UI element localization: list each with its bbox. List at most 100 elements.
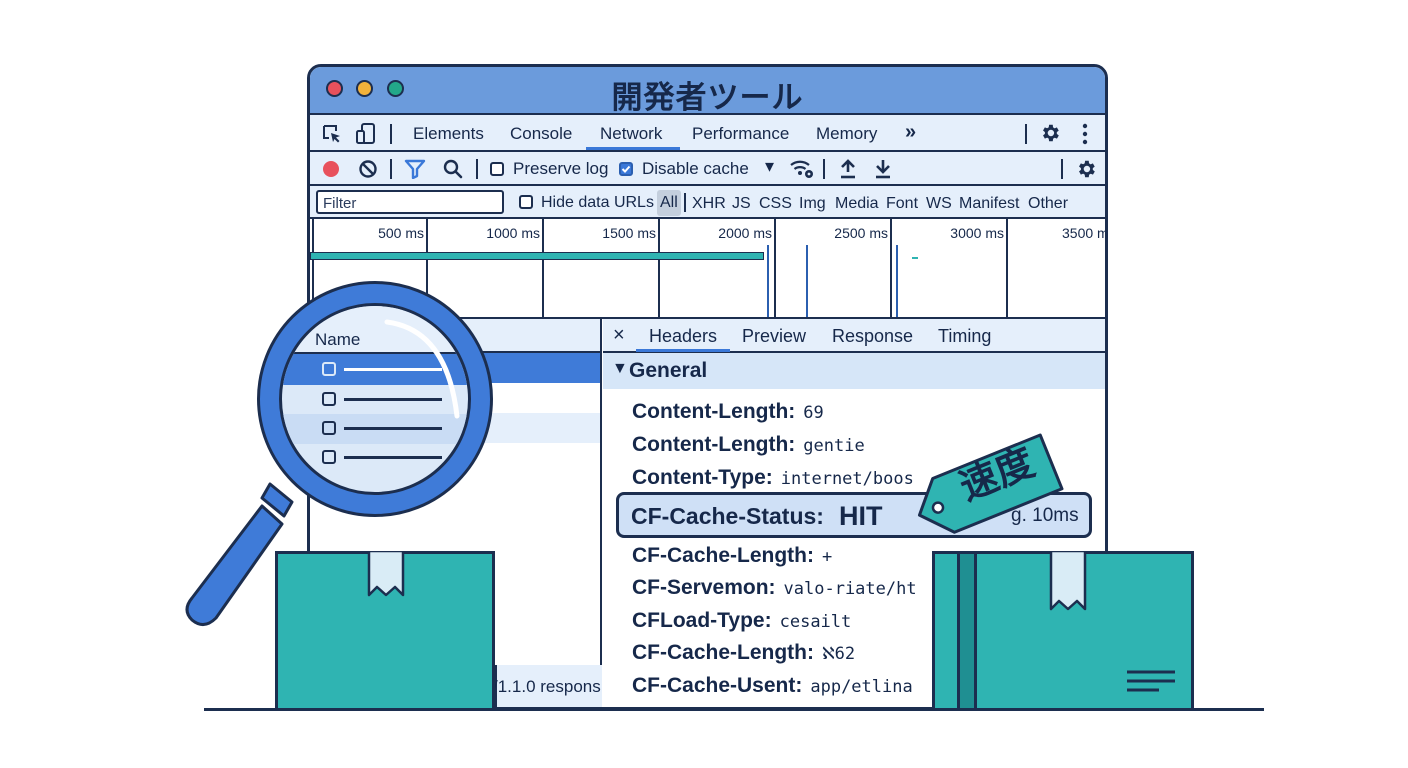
tab-network[interactable]: Network: [600, 124, 662, 144]
header-key: CF-Cache-Length:: [632, 641, 814, 664]
separator: [476, 159, 478, 179]
details-tab-bar: × Headers Preview Response Timing: [603, 319, 1105, 353]
header-row: Content-Length: gentie: [632, 433, 865, 457]
header-key: CF-Cache-Status:: [631, 503, 824, 529]
inspect-element-icon[interactable]: [321, 123, 343, 145]
tick-label: 2000 ms: [718, 225, 772, 241]
tab-preview[interactable]: Preview: [742, 326, 806, 347]
filter-type-media[interactable]: Media: [835, 195, 879, 213]
header-key: CFLoad-Type:: [632, 609, 772, 632]
tab-response[interactable]: Response: [832, 326, 913, 347]
timeline-tick: [912, 257, 918, 259]
checkmark-icon: [621, 165, 631, 173]
tick-label: 3000 ms: [950, 225, 1004, 241]
header-value: internet/boos: [780, 469, 914, 489]
row-icon: [322, 392, 336, 406]
hide-data-urls-checkbox[interactable]: [519, 195, 533, 209]
header-row: CF-Servemon: valo-riate/ht: [632, 576, 917, 600]
preserve-log-checkbox[interactable]: [490, 162, 504, 176]
tick-label: 2500 ms: [834, 225, 888, 241]
import-har-icon[interactable]: [839, 158, 857, 180]
network-conditions-icon[interactable]: [789, 157, 815, 181]
header-value: ℵ62: [822, 644, 856, 664]
tick-line: [890, 219, 892, 317]
header-value: valo-riate/ht: [783, 579, 917, 599]
box-side-stripe: [957, 554, 977, 711]
filter-type-all[interactable]: All: [657, 190, 681, 216]
device-toolbar-icon[interactable]: [355, 122, 377, 146]
tick-line: [1006, 219, 1008, 317]
close-details-button[interactable]: ×: [613, 324, 625, 347]
preserve-log-label: Preserve log: [513, 159, 609, 178]
export-har-icon[interactable]: [874, 158, 892, 180]
tab-timing[interactable]: Timing: [938, 326, 991, 347]
right-box: [932, 551, 1194, 711]
network-settings-gear-icon[interactable]: [1075, 158, 1097, 180]
row-icon: [322, 421, 336, 435]
filter-type-xhr[interactable]: XHR: [692, 195, 726, 213]
tick-label: 1500 ms: [602, 225, 656, 241]
search-icon[interactable]: [442, 158, 464, 180]
tab-elements[interactable]: Elements: [413, 124, 484, 144]
waterfall-bar: [310, 252, 764, 260]
filter-placeholder: Filter: [323, 195, 357, 212]
ground-line: [204, 708, 1264, 711]
disable-cache-label: Disable cache: [642, 159, 749, 178]
filter-type-js[interactable]: JS: [732, 195, 751, 213]
tick-label: 500 ms: [378, 225, 424, 241]
lens-glare: [384, 319, 460, 419]
header-value: gentie: [803, 436, 865, 456]
header-key: CF-Cache-Usent:: [632, 674, 803, 697]
record-button[interactable]: [323, 161, 339, 177]
network-toolbar: Preserve log Disable cache ▾: [310, 152, 1105, 186]
disable-cache-checkbox[interactable]: [619, 162, 633, 176]
timeline-marker: [767, 245, 769, 317]
separator: [684, 193, 686, 212]
box-label-lines-icon: [1127, 670, 1175, 692]
general-section-header[interactable]: ▼ General: [603, 353, 1105, 389]
header-value: HIT: [839, 501, 883, 531]
filter-type-font[interactable]: Font: [886, 195, 918, 213]
filter-type-manifest[interactable]: Manifest: [959, 195, 1019, 213]
timeline-marker: [896, 245, 898, 317]
box-tape-icon: [1049, 551, 1087, 611]
row-icon: [322, 450, 336, 464]
window-title: 開発者ツール: [611, 80, 804, 115]
filter-funnel-icon[interactable]: [404, 159, 426, 179]
throttling-dropdown[interactable]: ▾: [765, 156, 774, 177]
header-value: app/etlina: [810, 677, 913, 697]
kebab-menu-icon[interactable]: [1081, 123, 1089, 145]
tick-line: [774, 219, 776, 317]
collapse-triangle-icon: ▼: [612, 360, 628, 377]
filter-type-other[interactable]: Other: [1028, 195, 1068, 213]
main-tab-bar: Elements Console Network Performance Mem…: [310, 115, 1105, 152]
settings-gear-icon[interactable]: [1039, 122, 1061, 144]
tab-performance[interactable]: Performance: [692, 124, 789, 144]
request-status-cell: /1.1.0 respons: [493, 665, 602, 707]
tab-memory[interactable]: Memory: [816, 124, 877, 144]
filter-input[interactable]: Filter: [316, 190, 504, 214]
filter-type-ws[interactable]: WS: [926, 195, 952, 213]
tab-console[interactable]: Console: [510, 124, 572, 144]
header-key: CF-Servemon:: [632, 576, 776, 599]
header-row: Content-Type: internet/boos: [632, 466, 914, 490]
section-title: General: [629, 359, 708, 382]
box-tape-icon: [367, 551, 405, 597]
header-key: Content-Length:: [632, 433, 796, 456]
tab-headers[interactable]: Headers: [649, 326, 717, 347]
tick-label: 3500 ms: [1062, 225, 1108, 241]
header-value: +: [822, 547, 833, 567]
clear-icon[interactable]: [358, 159, 378, 179]
separator: [390, 159, 392, 179]
title-bar: 開発者ツール: [310, 67, 1105, 115]
tick-label: 1000 ms: [486, 225, 540, 241]
header-value: cesailt: [779, 612, 852, 632]
active-tab-indicator: [586, 147, 680, 150]
magnifier-lens: Name: [279, 303, 471, 495]
filter-type-css[interactable]: CSS: [759, 195, 792, 213]
more-tabs-button[interactable]: »: [905, 121, 916, 144]
header-key: Content-Type:: [632, 466, 773, 489]
separator: [1025, 124, 1027, 144]
filter-type-img[interactable]: Img: [799, 195, 826, 213]
tick-line: [542, 219, 544, 317]
